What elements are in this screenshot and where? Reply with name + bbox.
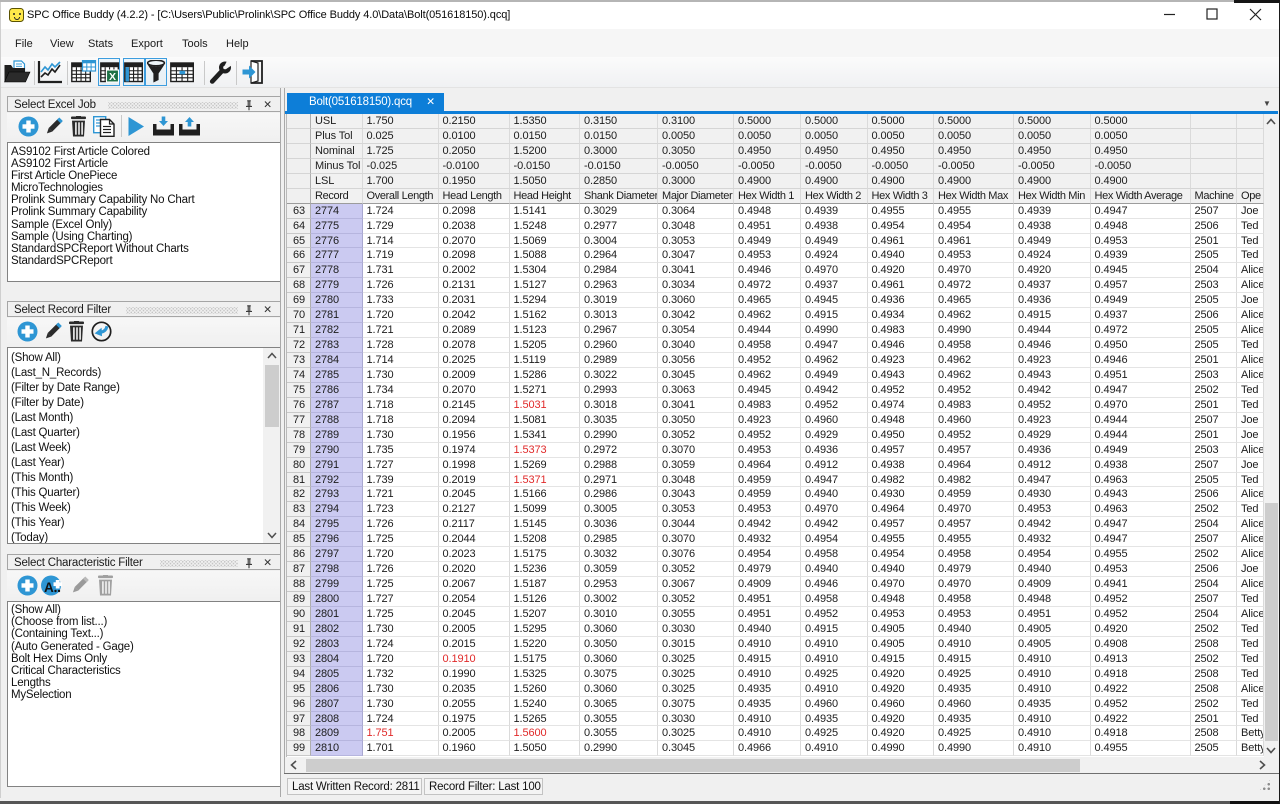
svg-text:X: X [109, 71, 116, 83]
svg-text:A: A [44, 580, 54, 595]
